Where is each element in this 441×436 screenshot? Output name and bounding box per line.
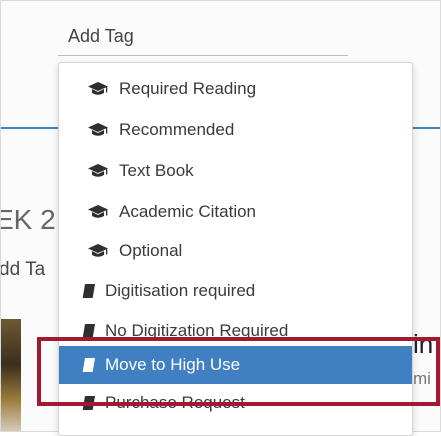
menu-item-recommended[interactable]: Recommended [59, 111, 412, 149]
add-tag-link[interactable]: dd Ta [1, 259, 45, 281]
menu-item-label: Digitisation required [105, 281, 256, 300]
item-title-fragment: in [413, 329, 434, 359]
menu-item-academic-citation[interactable]: Academic Citation [59, 193, 412, 231]
menu-item-label: Text Book [119, 161, 194, 180]
menu-item-label: Move to High Use [105, 355, 241, 374]
graduation-cap-icon [87, 203, 109, 221]
book-icon [81, 356, 97, 374]
tag-dropdown-menu: Required Reading Recommended Text Book A… [58, 62, 413, 436]
menu-item-purchase-request[interactable]: Purchase Request [59, 384, 412, 422]
menu-item-digitisation-required[interactable]: Digitisation required [59, 272, 412, 310]
graduation-cap-icon [87, 80, 109, 98]
menu-item-no-digitization-required[interactable]: No Digitization Required [59, 312, 412, 350]
add-tag-input[interactable] [58, 18, 348, 56]
graduation-cap-icon [87, 242, 109, 260]
book-icon [81, 282, 97, 300]
menu-item-label: Required Reading [119, 79, 257, 98]
graduation-cap-icon [87, 121, 109, 139]
graduation-cap-icon [87, 162, 109, 180]
menu-item-label: No Digitization Required [105, 321, 289, 340]
menu-item-move-to-high-use[interactable]: Move to High Use [59, 346, 412, 384]
menu-item-required-reading[interactable]: Required Reading [59, 70, 412, 108]
menu-item-label: Purchase Request [105, 393, 245, 412]
menu-item-optional[interactable]: Optional [59, 232, 412, 270]
menu-item-label: Optional [119, 241, 183, 260]
menu-item-label: Academic Citation [119, 202, 257, 221]
book-icon [81, 394, 97, 412]
week-heading: EK 2 [0, 204, 56, 235]
book-cover-thumbnail [1, 319, 21, 431]
item-subtitle-fragment: mi [413, 369, 431, 388]
menu-item-text-book[interactable]: Text Book [59, 152, 412, 190]
menu-item-label: Recommended [119, 120, 235, 139]
book-icon [81, 322, 97, 340]
